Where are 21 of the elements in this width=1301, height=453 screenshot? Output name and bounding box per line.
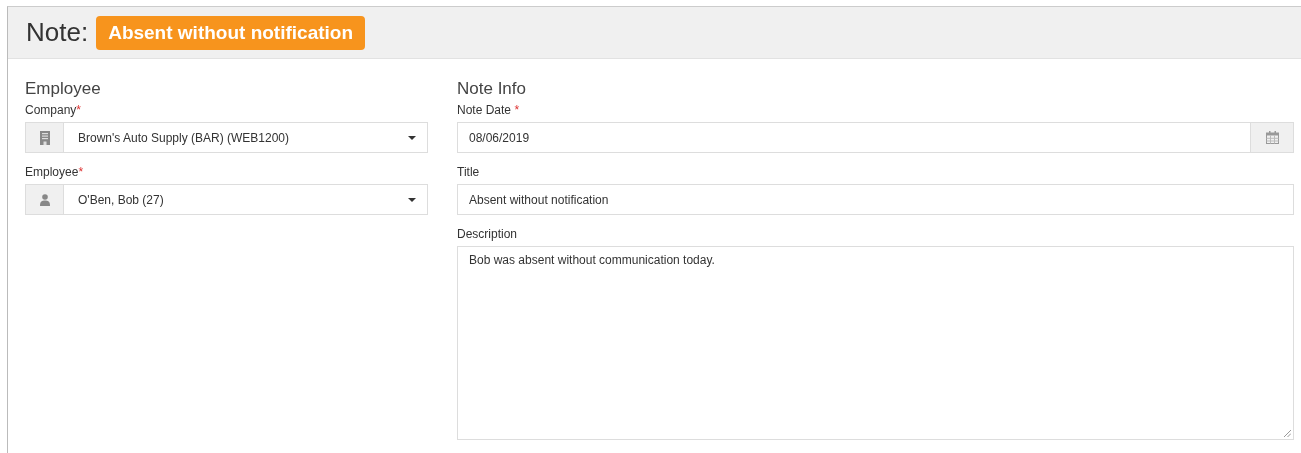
calendar-icon [1265, 131, 1279, 144]
dropdown-field[interactable]: Brown's Auto Supply (BAR) (WEB1200) [25, 122, 428, 153]
section-heading: Employee [25, 79, 102, 99]
caret-icon [408, 197, 416, 202]
resize-grip-icon [1284, 430, 1291, 437]
building-icon [39, 130, 50, 145]
input-field[interactable]: Absent without notification [457, 184, 1294, 215]
field-label: Title [457, 165, 481, 179]
field-label: Employee* [25, 165, 85, 179]
note-title-badge: Absent without notification [96, 15, 365, 50]
section-heading: Note Info [457, 79, 527, 99]
calendar-button[interactable] [1250, 123, 1293, 152]
date-field[interactable]: 08/06/2019 [457, 122, 1294, 153]
caret-icon [408, 135, 416, 140]
text-area[interactable]: Bob was absent without communication today. [457, 246, 1294, 440]
dropdown-field[interactable]: O'Ben, Bob (27) [25, 184, 428, 215]
field-label: Note Date * [457, 103, 521, 117]
person-icon [39, 193, 50, 206]
page-title: Note: [26, 17, 89, 48]
field-label: Description [457, 227, 519, 241]
field-label: Company* [25, 103, 83, 117]
